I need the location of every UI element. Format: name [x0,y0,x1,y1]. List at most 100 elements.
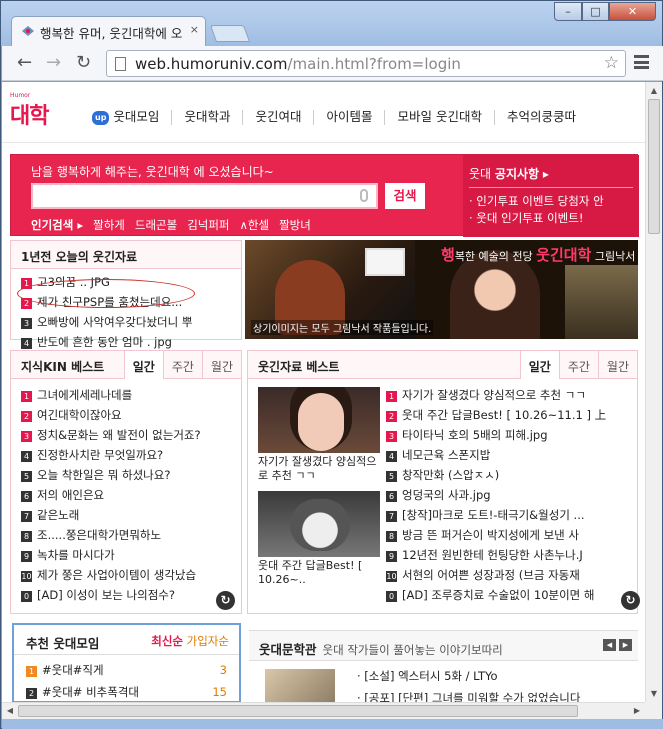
list-item[interactable]: · [소설] 엑스터시 5화 / LTYo [357,665,580,687]
list-item[interactable]: 5 오늘 착한일은 뭐 하셨나요? [21,465,231,485]
scroll-right-icon[interactable]: ▶ [629,703,645,719]
menu-icon[interactable] [634,55,649,69]
list-item[interactable]: 9 12년전 원빈한테 헌팅당한 사촌누나.J [386,545,630,565]
microphone-icon[interactable] [360,189,368,202]
bookmark-star-icon[interactable]: ☆ [604,53,619,73]
nav-item-itemmall[interactable]: 아이템몰 [313,110,384,125]
maximize-button[interactable]: □ [582,2,609,21]
sort-options: 최신순 가입자순 [151,633,229,649]
prev-icon[interactable]: ◀ [603,639,616,651]
list-item[interactable]: 2 여긴대학이잖아요 [21,405,231,425]
list-item[interactable]: 3 타이타닉 호의 5배의 피해.jpg [386,425,630,445]
horizontal-scrollbar[interactable]: ◀ ▶ [2,702,645,719]
list-item[interactable]: 6 저의 애인은요 [21,485,231,505]
nav-item-department[interactable]: 웃대학과 [171,110,242,125]
literature-title[interactable]: 웃대문학관 [259,642,317,657]
literature-thumbnail[interactable] [265,669,335,702]
window-controls: – □ ✕ [554,2,656,21]
list-item[interactable]: 5 창작만화 (스압ㅈㅅ) [386,465,630,485]
list-item-text: 12년전 원빈한테 헌팅당한 사촌누나.J [402,548,583,562]
list-item-text: 오늘 착한일은 뭐 하셨나요? [37,468,171,482]
banner-lead: 행 [441,246,455,264]
thumbnail-image[interactable] [258,491,380,557]
back-button[interactable]: ← [17,53,32,73]
list-item[interactable]: 3 오빠방에 사악여우갖다놨더니 뿌 [21,312,231,332]
ad-item[interactable]: 0 [AD] 조루증치료 수술없이 10분이면 해 [386,585,630,605]
search-input[interactable] [31,183,378,209]
minimize-button[interactable]: – [554,2,582,21]
close-window-button[interactable]: ✕ [609,2,656,21]
nav-item-mobile[interactable]: 모바일 웃긴대학 [384,110,493,125]
list-item[interactable]: 8 방금 뜬 퍼거슨이 박지성에게 보낸 사 [386,525,630,545]
new-tab-button[interactable] [209,25,251,42]
nav-item-womens-college[interactable]: 웃긴여대 [242,110,313,125]
nav-item-kungkungtta[interactable]: 추억의쿵쿵따 [493,110,588,125]
list-item[interactable]: 2 웃대 주간 답글Best! [ 10.26~11.1 ] 上 [386,405,630,425]
tab-close-icon[interactable]: × [190,23,199,36]
tab-monthly[interactable]: 월간 [597,351,637,379]
list-item[interactable]: 1 그녀에게세레나데를 [21,385,231,405]
address-bar[interactable]: web.humoruniv.com/main.html?from=login ☆ [106,50,626,77]
site-logo[interactable]: 대학 [10,98,49,130]
kin-best-box: 지식KIN 베스트 일간 주간 월간 1 그녀에게세레나데를 2 여긴대학이잖아요 … [10,350,242,614]
scroll-thumb[interactable] [18,705,578,717]
tab-weekly[interactable]: 주간 [558,351,598,379]
scroll-up-icon[interactable]: ▲ [646,82,662,99]
tab-daily[interactable]: 일간 [519,351,559,379]
scroll-corner [645,702,662,719]
list-item[interactable]: · [공포] [단편] 그녀를 미워할 수가 없었습니다 [357,687,580,702]
list-item[interactable]: 4 네모근육 스폰지밥 [386,445,630,465]
hot-keyword[interactable]: 김넉퍼퍼 [187,217,229,233]
hot-keyword[interactable]: 짤하게 [93,217,125,233]
scroll-thumb[interactable] [648,99,660,234]
list-item[interactable]: 1 #웃대#직게 3 [26,659,227,681]
thumbnail-caption[interactable]: 웃대 주간 답글Best! [ 10.26~.. [258,559,380,587]
list-item[interactable]: 8 조.....쭝은대학가면뭐하노 [21,525,231,545]
notice-title[interactable]: 웃대 공지사항 ▸ [469,165,633,188]
list-item-text: #웃대#직게 [42,663,104,677]
nav-label: 웃대모임 [113,109,160,124]
notice-item[interactable]: · 웃대 인기투표 이벤트! [469,210,633,227]
notice-item[interactable]: · 인기투표 이벤트 당첨자 안 [469,193,633,210]
vertical-scrollbar[interactable]: ▲ ▼ [645,82,662,702]
sort-members[interactable]: 가입자순 [183,634,229,648]
tab-monthly[interactable]: 월간 [201,351,241,379]
list-item[interactable]: 4 진정한사치란 무엇일까요? [21,445,231,465]
next-icon[interactable]: ▶ [619,639,632,651]
thumbnail-caption[interactable]: 자기가 잘생겼다 양심적으로 추천 ㄱㄱ [258,455,380,483]
list-item[interactable]: 4 반도에 흔한 동안 엄마 . jpg [21,332,231,352]
hot-keyword[interactable]: ∧한셀 [240,217,270,233]
rank-badge: 8 [21,531,32,542]
list-item[interactable]: 9 녹차를 마시다가 [21,545,231,565]
humor-best-list: 1 자기가 잘생겼다 양심적으로 추천 ㄱㄱ 2 웃대 주간 답글Best! [ 1… [380,385,630,605]
rank-badge: 7 [21,511,32,522]
tab-daily[interactable]: 일간 [123,351,163,379]
list-item[interactable]: 6 엉덩국의 사과.jpg [386,485,630,505]
search-button[interactable]: 검색 [385,183,425,209]
hot-keywords-title[interactable]: 인기검색 ▸ [31,217,83,233]
list-item[interactable]: 7 [창작]마크로 도트!-태극기&월성기 ... [386,505,630,525]
sort-latest[interactable]: 최신순 [151,634,183,648]
nav-item-moim[interactable]: up 웃대모임 [92,110,171,125]
thumbnail-image[interactable] [258,387,380,453]
hot-keyword[interactable]: 짤방녀 [279,217,311,233]
list-item[interactable]: 3 정치&문화는 왜 발전이 없는거죠? [21,425,231,445]
list-item-text: [AD] 이성이 보는 나의점수? [37,588,175,602]
scroll-down-icon[interactable]: ▼ [646,685,662,702]
refresh-icon[interactable]: ↻ [621,591,640,610]
kin-tabs: 일간 주간 월간 [123,351,241,379]
hot-keyword[interactable]: 드래곤볼 [135,217,177,233]
ad-item[interactable]: 0 [AD] 이성이 보는 나의점수? [21,585,231,605]
tab-weekly[interactable]: 주간 [162,351,202,379]
reload-button[interactable]: ↻ [76,53,91,73]
list-item[interactable]: 2 #웃대# 비추폭격대 15 [26,681,227,702]
scroll-left-icon[interactable]: ◀ [2,703,18,719]
refresh-icon[interactable]: ↻ [216,591,235,610]
list-item[interactable]: 10 제가 쭝은 사업아이템이 생각났습 [21,565,231,585]
gallery-banner[interactable]: 행복한 예술의 전당 웃긴대학 그림낙서 상기이미지는 모두 그림낙서 작품들입… [245,240,638,339]
list-item[interactable]: 7 같은노래 [21,505,231,525]
browser-tab[interactable]: 행복한 유머, 웃긴대학에 오 × [11,16,206,46]
list-item[interactable]: 10 서현의 어여쁜 성장과정 (브금 자동재 [386,565,630,585]
forward-button[interactable]: → [46,53,61,73]
list-item[interactable]: 1 자기가 잘생겼다 양심적으로 추천 ㄱㄱ [386,385,630,405]
